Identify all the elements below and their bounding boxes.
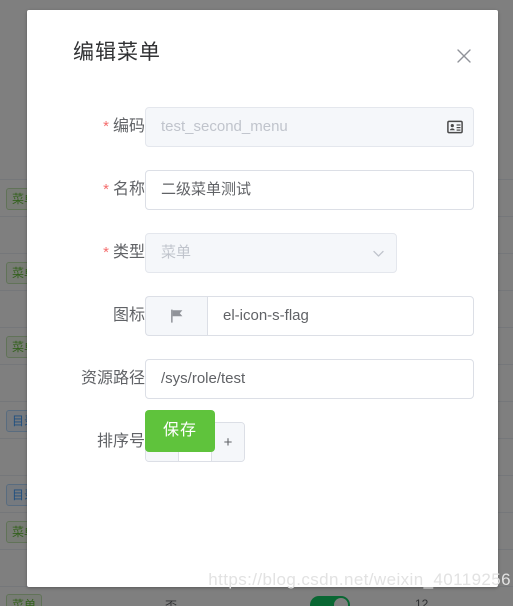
form-actions: 保存 — [145, 410, 216, 452]
flag-icon[interactable] — [145, 296, 207, 336]
form-item-resource-path: 资源路径/sys/role/test — [27, 357, 498, 420]
label-text-resource-path: 资源路径 — [80, 370, 145, 387]
label-icon: 图标 — [27, 296, 145, 336]
edit-menu-dialog: 编辑菜单 * 编码 test_second_menu * 名称 二级菜单测试 * 类型 菜单 图标… — [27, 10, 498, 587]
input-value-icon: el-icon-s-flag — [223, 307, 309, 324]
label-sort-order: 排序号 — [27, 422, 145, 462]
control-icon: el-icon-s-flag — [145, 296, 474, 336]
input-name[interactable]: 二级菜单测试 — [145, 170, 474, 210]
control-type: 菜单 — [145, 233, 397, 273]
close-icon[interactable] — [453, 45, 475, 67]
input-group-icon: el-icon-s-flag — [145, 296, 474, 336]
chevron-down-icon — [371, 234, 386, 272]
form-item-type: * 类型 菜单 — [27, 231, 498, 294]
edit-menu-form: * 编码 test_second_menu * 名称 二级菜单测试 * 类型 菜单 图标 el-ic… — [27, 105, 498, 483]
save-button[interactable]: 保存 — [145, 410, 216, 452]
control-resource-path: /sys/role/test — [145, 359, 474, 399]
form-item-icon: 图标 el-icon-s-flag — [27, 294, 498, 357]
label-code: * 编码 — [27, 107, 145, 147]
input-resource-path[interactable]: /sys/role/test — [145, 359, 474, 399]
label-text-icon: 图标 — [112, 307, 145, 324]
select-type: 菜单 — [145, 233, 397, 273]
postcard-icon — [447, 108, 463, 146]
input-value-resource-path: /sys/role/test — [161, 370, 246, 387]
form-item-code: * 编码 test_second_menu — [27, 105, 498, 168]
label-text-name: 名称 — [112, 181, 145, 198]
input-icon[interactable]: el-icon-s-flag — [207, 296, 474, 336]
form-item-sort-order: 排序号−1+ — [27, 420, 498, 483]
dialog-header: 编辑菜单 — [27, 10, 498, 63]
increment-button[interactable]: + — [211, 423, 244, 461]
select-value-type: 菜单 — [161, 244, 192, 261]
control-name: 二级菜单测试 — [145, 170, 474, 210]
label-name: * 名称 — [27, 170, 145, 210]
input-value-code: test_second_menu — [161, 118, 288, 135]
label-text-code: 编码 — [112, 118, 145, 135]
label-text-type: 类型 — [112, 244, 145, 261]
required-marker: * — [103, 244, 109, 261]
form-item-name: * 名称 二级菜单测试 — [27, 168, 498, 231]
label-resource-path: 资源路径 — [27, 359, 145, 399]
input-value-name: 二级菜单测试 — [161, 181, 252, 198]
required-marker: * — [103, 118, 109, 135]
screen: 菜单菜单菜单目录目录菜单菜单否12 编辑菜单 *编码test_second_me… — [0, 0, 513, 606]
dialog-title: 编辑菜单 — [73, 41, 161, 64]
input-code: test_second_menu — [145, 107, 474, 147]
required-marker: * — [103, 181, 109, 198]
control-code: test_second_menu — [145, 107, 474, 147]
label-text-sort-order: 排序号 — [96, 433, 145, 450]
label-type: * 类型 — [27, 233, 145, 273]
